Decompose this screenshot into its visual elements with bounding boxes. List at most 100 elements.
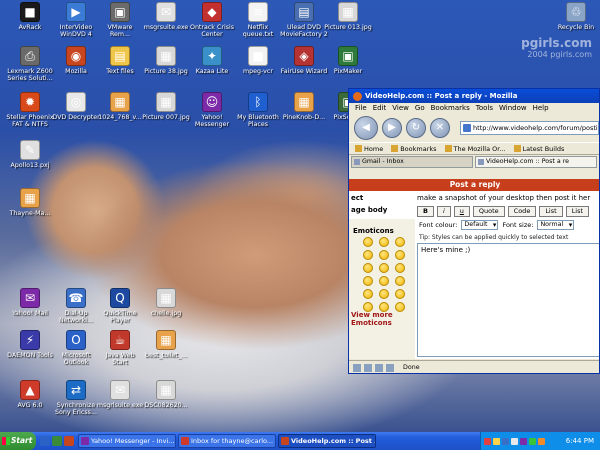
bookmark-bookmarks[interactable]: Bookmarks: [391, 143, 437, 154]
smiley-icon[interactable]: [363, 263, 373, 273]
code-button[interactable]: Code: [507, 206, 537, 217]
bookmark-home[interactable]: Home: [355, 143, 383, 154]
videohelp-icon: [478, 159, 484, 165]
font-size-select[interactable]: Normal: [537, 220, 575, 230]
desktop-shortcut-icon: ■: [20, 2, 40, 22]
folder-icon: [391, 145, 399, 152]
menu-bookmarks[interactable]: Bookmarks: [431, 103, 470, 114]
desktop-icon[interactable]: ▦ Picture 013.jpg: [320, 2, 376, 31]
task-videohelp-label: VideoHelp.com :: Post ...: [291, 437, 376, 445]
menu-window[interactable]: Window: [499, 103, 527, 114]
menu-view[interactable]: View: [392, 103, 409, 114]
desktop-icon[interactable]: ▦ best_toilet_...: [138, 330, 194, 359]
smiley-icon[interactable]: [379, 263, 389, 273]
desktop-shortcut-icon: ☺: [202, 92, 222, 112]
watermark: pgirls.com 2004 pgirls.com: [520, 36, 592, 59]
sync-tray-icon[interactable]: [529, 437, 536, 445]
desktop-icon[interactable]: ▦ DSC082620...: [138, 380, 194, 409]
page-icon: [463, 124, 471, 132]
ie-icon[interactable]: [40, 436, 50, 446]
stop-icon[interactable]: ✕: [430, 118, 450, 138]
smiley-icon[interactable]: [379, 250, 389, 260]
menu-edit[interactable]: Edit: [373, 103, 387, 114]
show-desktop-icon[interactable]: [52, 436, 62, 446]
quote-button[interactable]: Quote: [472, 206, 505, 217]
volume-tray-icon[interactable]: [538, 437, 545, 445]
tab-gmail[interactable]: Gmail - Inbox: [351, 156, 473, 168]
smiley-icon[interactable]: [363, 237, 373, 247]
menu-go[interactable]: Go: [415, 103, 425, 114]
antivirus-tray-icon[interactable]: [484, 437, 491, 445]
mozilla-icon: [281, 437, 289, 445]
desktop-shortcut-icon: ▶: [66, 2, 86, 22]
subject-input[interactable]: make a snapshot of your desktop then pos…: [417, 194, 590, 202]
desktop-icon[interactable]: ▦ chelle.jpg: [138, 288, 194, 317]
smiley-icon[interactable]: [395, 276, 405, 286]
task-yahoo-messenger[interactable]: Yahoo! Messenger - Invi...: [78, 434, 176, 448]
desktop-shortcut-icon: ⚡: [20, 330, 40, 350]
desktop-shortcut-icon: ◆: [202, 2, 222, 22]
smiley-icon[interactable]: [395, 302, 405, 312]
task-videohelp[interactable]: VideoHelp.com :: Post ...: [278, 434, 376, 448]
page-content: Post a reply ect make a snapshot of your…: [349, 179, 599, 359]
smiley-icon[interactable]: [395, 289, 405, 299]
smiley-icon[interactable]: [395, 237, 405, 247]
network-tray-icon[interactable]: [511, 437, 518, 445]
desktop-shortcut-icon: ♲: [566, 2, 586, 22]
reload-icon[interactable]: ↻: [406, 118, 426, 138]
smiley-icon[interactable]: [379, 289, 389, 299]
smiley-icon[interactable]: [395, 250, 405, 260]
smiley-icon[interactable]: [363, 276, 373, 286]
desktop-icon[interactable]: ▦ Thayne-Ma...: [2, 188, 58, 217]
menu-help[interactable]: Help: [533, 103, 549, 114]
bookmark-mozilla-org[interactable]: The Mozilla Or...: [444, 143, 506, 154]
font-colour-select[interactable]: Default: [461, 220, 499, 230]
smiley-icon[interactable]: [363, 250, 373, 260]
bold-button[interactable]: B: [417, 206, 434, 217]
list-ordered-button[interactable]: List: [565, 206, 590, 217]
task-inbox[interactable]: Inbox for thayne@carlo...: [178, 434, 276, 448]
smiley-icon[interactable]: [379, 276, 389, 286]
smiley-icon[interactable]: [379, 237, 389, 247]
messenger-tray-icon[interactable]: [493, 437, 500, 445]
gmail-icon: [354, 159, 360, 165]
desktop-icon-label: best_toilet_...: [144, 352, 188, 359]
bluetooth-tray-icon[interactable]: [502, 437, 509, 445]
list-button[interactable]: List: [539, 206, 563, 217]
back-icon[interactable]: ◀: [354, 116, 378, 140]
desktop-icon[interactable]: ▣ PixMaker: [320, 46, 376, 75]
yahoo-icon: [81, 437, 89, 445]
desktop-shortcut-icon: ◉: [66, 46, 86, 66]
menu-file[interactable]: File: [355, 103, 367, 114]
windows-logo-icon: [2, 437, 10, 445]
tab-videohelp[interactable]: VideoHelp.com :: Post a re: [475, 156, 597, 168]
desktop-shortcut-icon: ✦: [202, 46, 222, 66]
mozilla-quicklaunch-icon[interactable]: [64, 436, 74, 446]
url-text: http://www.videohelp.com/forum/posting: [473, 124, 599, 132]
window-titlebar[interactable]: VideoHelp.com :: Post a reply - Mozilla: [349, 89, 599, 103]
smiley-icon[interactable]: [395, 263, 405, 273]
desktop-icon-label: PixMaker: [333, 68, 363, 75]
view-more-emoticons-link[interactable]: View more Emoticons: [351, 311, 393, 327]
message-textarea[interactable]: Here's mine ;): [417, 243, 599, 357]
message-body-label: age body: [351, 206, 388, 214]
bookmark-latest-builds[interactable]: Latest Builds: [513, 143, 564, 154]
desktop-icon[interactable]: ✎ Apollo13.pxj: [2, 140, 58, 169]
menu-tools[interactable]: Tools: [476, 103, 493, 114]
desktop-icon[interactable]: ♲ Recycle Bin: [548, 2, 600, 31]
italic-button[interactable]: i: [436, 206, 451, 217]
start-button[interactable]: Start: [0, 432, 36, 450]
mail-icon: [364, 363, 372, 372]
smiley-icon[interactable]: [363, 289, 373, 299]
mozilla-window[interactable]: VideoHelp.com :: Post a reply - Mozilla …: [348, 88, 600, 374]
bookmark-home-label: Home: [364, 145, 384, 153]
forward-icon[interactable]: ▶: [382, 118, 402, 138]
yahoo-tray-icon[interactable]: [520, 437, 527, 445]
desktop-shortcut-icon: ᛒ: [248, 92, 268, 112]
url-field[interactable]: http://www.videohelp.com/forum/posting: [460, 121, 599, 135]
clock: 6:44 PM: [565, 437, 594, 445]
underline-button[interactable]: u: [453, 206, 470, 217]
desktop-icon-label: Picture 013.jpg: [324, 24, 372, 31]
desktop-shortcut-icon: ≡: [248, 2, 268, 22]
desktop-shortcut-icon: ▣: [110, 2, 130, 22]
